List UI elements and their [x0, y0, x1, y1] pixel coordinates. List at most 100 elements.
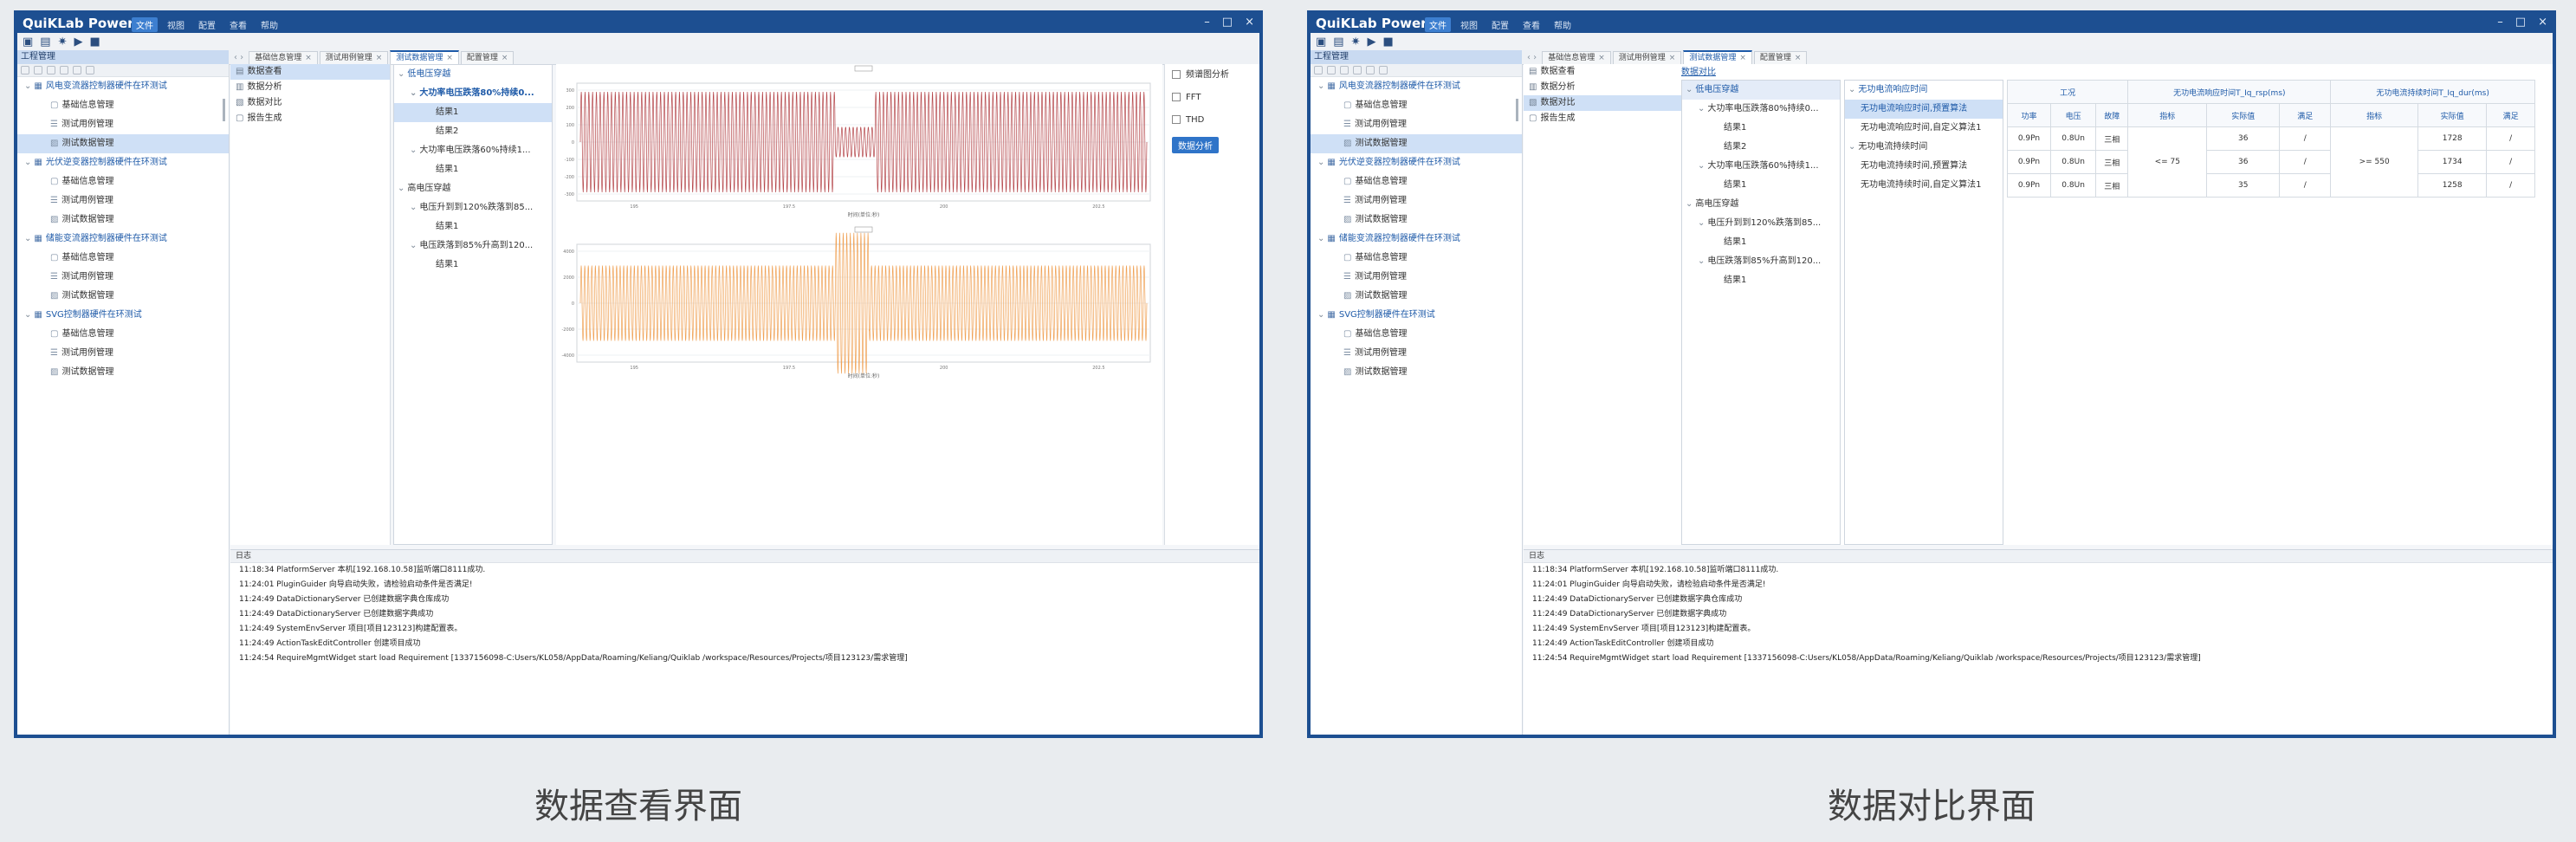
tree-node[interactable]: ⌄ 电压跌落到85%升高到120...: [1682, 252, 1840, 271]
close-icon[interactable]: ×: [376, 54, 383, 62]
tool-icon[interactable]: [1327, 66, 1336, 74]
project-item[interactable]: ☰ 测试用例管理: [1311, 115, 1522, 134]
chevron-down-icon[interactable]: ⌄: [410, 203, 417, 212]
tree-leaf[interactable]: 结果1: [394, 256, 552, 275]
chevron-down-icon[interactable]: ⌄: [1848, 85, 1855, 94]
function-item-report[interactable]: ▢ 报告生成: [230, 111, 390, 126]
project-group[interactable]: ⌄ ▦ 储能变流器控制器硬件在环测试: [17, 230, 229, 249]
tool-icon[interactable]: [86, 66, 94, 74]
project-item[interactable]: ▨ 测试数据管理: [17, 134, 229, 153]
project-item[interactable]: ▨ 测试数据管理: [17, 363, 229, 382]
chevron-down-icon[interactable]: ⌄: [24, 81, 31, 91]
chevron-down-icon[interactable]: ⌄: [410, 241, 417, 250]
chevron-down-icon[interactable]: ⌄: [1848, 142, 1855, 152]
data-analysis-button[interactable]: 数据分析: [1172, 137, 1219, 153]
maximize-icon[interactable]: □: [2515, 16, 2526, 29]
project-item[interactable]: ▨ 测试数据管理: [1311, 134, 1522, 153]
chevron-down-icon[interactable]: ⌄: [1686, 85, 1693, 94]
tree-node[interactable]: ⌄ 无功电流持续时间: [1845, 138, 2003, 157]
close-icon[interactable]: ×: [1669, 54, 1676, 62]
function-item-view[interactable]: ▤ 数据查看: [230, 64, 390, 80]
tool-icon[interactable]: [47, 66, 55, 74]
project-item[interactable]: ▨ 测试数据管理: [1311, 210, 1522, 230]
checkbox[interactable]: [1172, 93, 1181, 101]
chevron-left-icon[interactable]: ‹ ›: [234, 53, 243, 62]
tree-node[interactable]: ⌄ 大功率电压跌落60%持续1...: [1682, 157, 1840, 176]
chevron-down-icon[interactable]: ⌄: [1698, 104, 1705, 113]
tool-icon[interactable]: [60, 66, 68, 74]
play-icon[interactable]: ▶: [74, 36, 83, 49]
tree-node[interactable]: ⌄ 大功率电压跌落80%持续0...: [1682, 100, 1840, 119]
chevron-down-icon[interactable]: ⌄: [398, 69, 405, 79]
close-icon[interactable]: ×: [1245, 16, 1254, 29]
tab-basic-info[interactable]: 基础信息管理 ×: [1542, 50, 1611, 64]
minimize-icon[interactable]: –: [1204, 16, 1210, 29]
menu-file[interactable]: 文件: [132, 17, 158, 32]
close-icon[interactable]: ×: [446, 54, 453, 62]
close-icon[interactable]: ×: [2538, 16, 2547, 29]
tree-node[interactable]: ⌄ 电压跌落到85%升高到120...: [394, 236, 552, 256]
project-item[interactable]: ☰ 测试用例管理: [1311, 268, 1522, 287]
tool-icon[interactable]: [1314, 66, 1323, 74]
project-item[interactable]: ☰ 测试用例管理: [17, 268, 229, 287]
checkbox[interactable]: [1172, 115, 1181, 124]
project-group[interactable]: ⌄ ▦ SVG控制器硬件在环测试: [17, 306, 229, 325]
tree-node[interactable]: ⌄ 高电压穿越: [394, 179, 552, 198]
gear-icon[interactable]: ✷: [1351, 36, 1361, 49]
chevron-down-icon[interactable]: ⌄: [24, 310, 31, 320]
project-group[interactable]: ⌄ ▦ 光伏逆变器控制器硬件在环测试: [1311, 153, 1522, 172]
project-item[interactable]: ▢ 基础信息管理: [17, 325, 229, 344]
table-row[interactable]: 0.9Pn 0.8Un 三相 36 / 1734 /: [2007, 150, 2535, 174]
project-item[interactable]: ▢ 基础信息管理: [1311, 172, 1522, 191]
project-group[interactable]: ⌄ ▦ 光伏逆变器控制器硬件在环测试: [17, 153, 229, 172]
stop-icon[interactable]: ■: [1383, 36, 1394, 49]
stop-icon[interactable]: ■: [90, 36, 100, 49]
tab-test-data[interactable]: 测试数据管理 ×: [1683, 50, 1752, 64]
current-chart[interactable]: 4000 2000 0 -2000 -4000 195 197.5 200 202.5 时间(单位…: [556, 225, 1162, 390]
chevron-down-icon[interactable]: ⌄: [1698, 161, 1705, 171]
fft-option[interactable]: FFT: [1165, 87, 1259, 109]
project-group[interactable]: ⌄ ▦ 风电变流器控制器硬件在环测试: [17, 77, 229, 96]
save-icon[interactable]: ▣: [23, 36, 33, 49]
chevron-down-icon[interactable]: ⌄: [398, 184, 405, 193]
menu-check[interactable]: 查看: [1518, 17, 1544, 32]
chevron-down-icon[interactable]: ⌄: [1317, 234, 1324, 243]
tree-node[interactable]: ⌄ 无功电流响应时间: [1845, 81, 2003, 100]
tree-leaf[interactable]: 无功电流持续时间,预置算法: [1845, 157, 2003, 176]
chevron-down-icon[interactable]: ⌄: [1317, 310, 1324, 320]
tab-test-data[interactable]: 测试数据管理 ×: [390, 50, 459, 64]
chevron-down-icon[interactable]: ⌄: [1698, 256, 1705, 266]
menu-view[interactable]: 视图: [163, 17, 189, 32]
project-item[interactable]: ☰ 测试用例管理: [17, 115, 229, 134]
chevron-down-icon[interactable]: ⌄: [24, 158, 31, 167]
chevron-down-icon[interactable]: ⌄: [1686, 199, 1693, 209]
tab-config[interactable]: 配置管理 ×: [460, 50, 515, 64]
project-item[interactable]: ☰ 测试用例管理: [17, 191, 229, 210]
project-item[interactable]: ☰ 测试用例管理: [17, 344, 229, 363]
tool-icon[interactable]: [21, 66, 29, 74]
project-item[interactable]: ▢ 基础信息管理: [17, 249, 229, 268]
function-item-analysis[interactable]: ▥ 数据分析: [1524, 80, 1683, 95]
tree-node[interactable]: ⌄ 低电压穿越: [1682, 81, 1840, 100]
project-item[interactable]: ▢ 基础信息管理: [17, 172, 229, 191]
chevron-left-icon[interactable]: ‹ ›: [1527, 53, 1537, 62]
project-item[interactable]: ▨ 测试数据管理: [1311, 363, 1522, 382]
save-icon[interactable]: ▣: [1316, 36, 1326, 49]
tree-leaf[interactable]: 结果1: [394, 103, 552, 122]
project-item[interactable]: ▢ 基础信息管理: [1311, 96, 1522, 115]
tree-node[interactable]: ⌄ 大功率电压跌落80%持续0...: [394, 84, 552, 103]
voltage-chart[interactable]: 300 200 100 0 -100 -200 -300 195 197.5 200 202.5 时间…: [556, 64, 1162, 229]
table-row[interactable]: 0.9Pn 0.8Un 三相 <= 75 36 / >= 550 1728 /: [2007, 126, 2535, 198]
frequency-option[interactable]: 频谱图分析: [1165, 64, 1259, 87]
compare-title[interactable]: 数据对比: [1681, 64, 1716, 77]
tool-icon[interactable]: [1353, 66, 1362, 74]
maximize-icon[interactable]: □: [1222, 16, 1233, 29]
menu-check[interactable]: 查看: [225, 17, 251, 32]
project-group[interactable]: ⌄ ▦ SVG控制器硬件在环测试: [1311, 306, 1522, 325]
project-item[interactable]: ▨ 测试数据管理: [1311, 287, 1522, 306]
tree-leaf[interactable]: 结果1: [394, 160, 552, 179]
tree-leaf[interactable]: 结果2: [394, 122, 552, 141]
tree-node[interactable]: ⌄ 大功率电压跌落60%持续1...: [394, 141, 552, 160]
menu-help[interactable]: 帮助: [256, 17, 282, 32]
chevron-down-icon[interactable]: ⌄: [410, 146, 417, 155]
